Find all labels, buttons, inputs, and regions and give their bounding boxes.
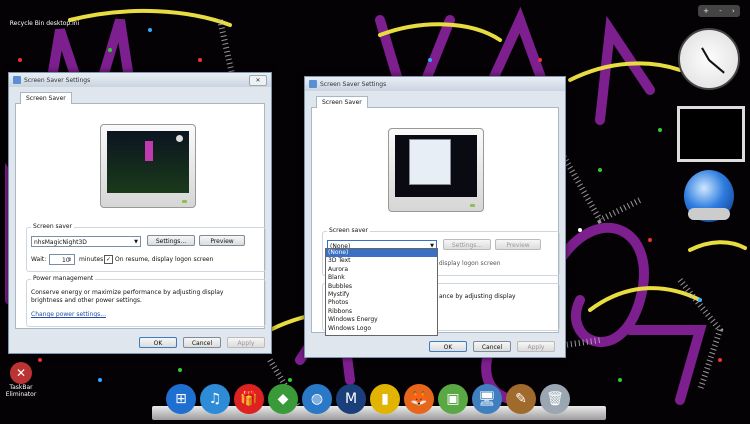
more-gadgets-button[interactable]: › bbox=[732, 7, 735, 15]
screensaver-group-label: Screen saver bbox=[31, 223, 75, 230]
desktop-icon-recycle-bin[interactable]: Recycle Bin desktop.ini bbox=[2, 20, 87, 27]
sims-plumbob-icon[interactable]: ◆ bbox=[268, 384, 298, 414]
apply-button[interactable]: Apply bbox=[517, 341, 555, 352]
firefox-icon[interactable]: 🦊 bbox=[404, 384, 434, 414]
cancel-button[interactable]: Cancel bbox=[183, 337, 221, 348]
clock-minute-hand bbox=[708, 59, 725, 74]
dropdown-option[interactable]: Ribbons bbox=[326, 308, 437, 316]
resume-checkbox[interactable]: ✓ bbox=[104, 255, 113, 264]
dropdown-option[interactable]: Mystify bbox=[326, 291, 437, 299]
wait-minutes-spinner[interactable]: 10 ⇕ bbox=[49, 254, 75, 265]
tab-screen-saver[interactable]: Screen Saver bbox=[316, 96, 368, 108]
power-description-line-1: Conserve energy or maximize performance … bbox=[31, 289, 224, 296]
cpu-meter-gadget[interactable] bbox=[684, 170, 734, 222]
screensaver-group: Screen saver nhsMagicNight3D ▼ Settings.… bbox=[26, 223, 266, 272]
slideshow-gadget[interactable] bbox=[677, 106, 745, 162]
title-bar[interactable]: Screen Saver Settings ✕ bbox=[9, 73, 271, 87]
dropdown-option[interactable]: Aurora bbox=[326, 266, 437, 274]
preview-screen bbox=[395, 135, 477, 197]
monitor-led-icon bbox=[470, 204, 475, 207]
preview-button[interactable]: Preview bbox=[495, 239, 541, 250]
close-button[interactable]: ✕ bbox=[249, 74, 267, 86]
preview-button[interactable]: Preview bbox=[199, 235, 245, 246]
globe-icon[interactable]: ◍ bbox=[302, 384, 332, 414]
window-title: Screen Saver Settings bbox=[320, 80, 387, 88]
dropdown-option[interactable]: 3D Text bbox=[326, 257, 437, 265]
minutes-label: minutes bbox=[79, 256, 104, 263]
resume-label-partial: , display logon screen bbox=[435, 260, 501, 267]
dropdown-option[interactable]: Blank bbox=[326, 274, 437, 282]
dropdown-option[interactable]: Photos bbox=[326, 299, 437, 307]
dropdown-option[interactable]: Bubbles bbox=[326, 283, 437, 291]
apply-button[interactable]: Apply bbox=[227, 337, 265, 348]
window-icon bbox=[13, 76, 21, 84]
power-description-line-2: brightness and other power settings. bbox=[31, 297, 142, 304]
preview-monitor bbox=[100, 124, 196, 208]
picture-viewer-icon[interactable]: ▣ bbox=[438, 384, 468, 414]
tab-panel: Screen Saver Screen saver nhsMagicNight3… bbox=[15, 92, 266, 329]
clock-gadget[interactable] bbox=[678, 28, 740, 90]
power-description-partial: ance by adjusting display bbox=[439, 293, 516, 300]
settings-button[interactable]: Settings... bbox=[147, 235, 195, 246]
title-bar[interactable]: Screen Saver Settings bbox=[305, 77, 565, 91]
window-icon bbox=[309, 80, 317, 88]
screensaver-dropdown-list[interactable]: (None) 3D Text Aurora Blank Bubbles Mystify Ph… bbox=[325, 248, 438, 336]
taskbar-eliminator-icon: ✕ bbox=[10, 362, 32, 384]
malwarebytes-icon[interactable]: M bbox=[336, 384, 366, 414]
power-group-label: Power management bbox=[31, 275, 96, 282]
gadget-toolbar: + - › bbox=[698, 5, 740, 17]
desktop-icon-label: Recycle Bin desktop.ini bbox=[9, 20, 80, 27]
screensaver-select[interactable]: nhsMagicNight3D ▼ bbox=[31, 236, 141, 247]
dropdown-option[interactable]: Windows Logo bbox=[326, 325, 437, 333]
ok-button[interactable]: OK bbox=[429, 341, 467, 352]
cancel-button[interactable]: Cancel bbox=[473, 341, 511, 352]
power-management-group: Power management Conserve energy or maxi… bbox=[26, 275, 266, 327]
recycle-bin-icon[interactable]: 🗑 bbox=[540, 384, 570, 414]
usb-safely-remove-icon[interactable]: ▮ bbox=[370, 384, 400, 414]
resume-checkbox-label: On resume, display logon screen bbox=[115, 256, 214, 263]
add-gadget-button[interactable]: + bbox=[703, 7, 709, 15]
ok-button[interactable]: OK bbox=[139, 337, 177, 348]
scarecrow-icon bbox=[145, 141, 153, 161]
screensaver-select-value: nhsMagicNight3D bbox=[34, 239, 87, 246]
desktop-icon-label: TaskBar Eliminator bbox=[5, 384, 37, 398]
monitor-led-icon bbox=[182, 200, 187, 203]
settings-button[interactable]: Settings... bbox=[443, 239, 491, 250]
dropdown-option[interactable]: (None) bbox=[326, 249, 437, 258]
windows-start-icon[interactable]: ⊞ bbox=[166, 384, 196, 414]
window-title: Screen Saver Settings bbox=[24, 76, 91, 84]
gadget-stand-icon bbox=[688, 208, 730, 220]
spinner-arrows-icon: ⇕ bbox=[67, 257, 72, 263]
change-power-settings-link[interactable]: Change power settings... bbox=[31, 311, 106, 318]
desktop-thumbnail-window bbox=[409, 139, 451, 185]
preview-monitor bbox=[388, 128, 484, 212]
dropdown-option[interactable]: Windows Energy bbox=[326, 316, 437, 324]
gift-app-icon[interactable]: 🎁 bbox=[234, 384, 264, 414]
desktop-icon-taskbar-eliminator[interactable]: ✕ TaskBar Eliminator bbox=[4, 362, 38, 398]
screensaver-group-label: Screen saver bbox=[327, 227, 371, 234]
network-computer-icon[interactable]: 🖥 bbox=[472, 384, 502, 414]
remove-gadget-button[interactable]: - bbox=[719, 7, 722, 15]
tab-screen-saver[interactable]: Screen Saver bbox=[20, 92, 72, 104]
itunes-icon[interactable]: ♫ bbox=[200, 384, 230, 414]
wait-label: Wait: bbox=[31, 256, 47, 263]
paint-brushes-icon[interactable]: ✎ bbox=[506, 384, 536, 414]
screen-saver-settings-window-left: Screen Saver Settings ✕ Screen Saver Scr… bbox=[8, 72, 272, 354]
chevron-down-icon: ▼ bbox=[134, 239, 138, 245]
moon-icon bbox=[176, 135, 183, 142]
preview-screen bbox=[107, 131, 189, 193]
